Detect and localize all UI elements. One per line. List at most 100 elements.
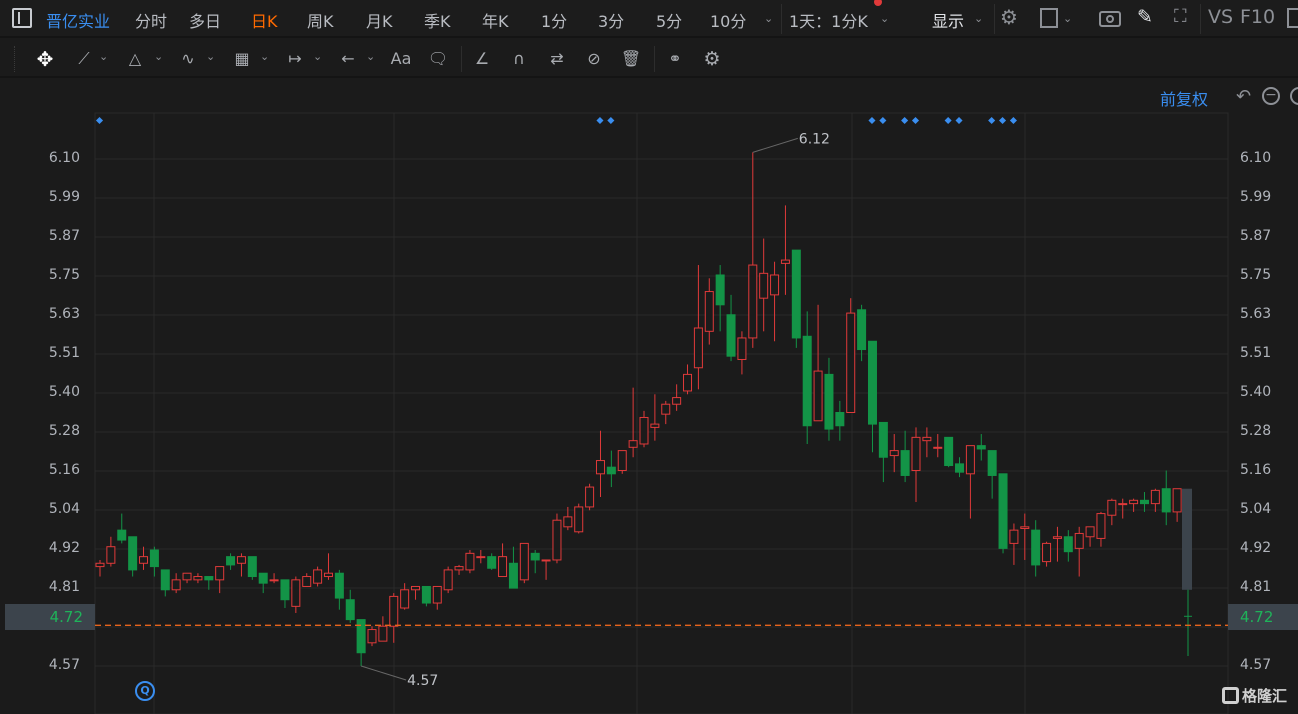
candle-body [1118, 503, 1128, 506]
candle-body [215, 566, 225, 581]
candle-body [976, 445, 986, 450]
candle-body [1020, 526, 1030, 529]
candle-body [139, 556, 149, 564]
candle-body [1042, 542, 1052, 563]
candle-body [650, 423, 660, 428]
f10-button[interactable]: F10 [1240, 6, 1275, 28]
move-icon[interactable]: ✥ [33, 48, 57, 70]
fibonacci-icon[interactable]: ▦ [230, 48, 254, 70]
vs-compare-button[interactable]: VS [1208, 6, 1233, 28]
settings-icon[interactable]: ⚙ [700, 48, 724, 70]
candle-body [302, 576, 312, 587]
search-icon[interactable]: Q [135, 681, 155, 701]
window-icon[interactable] [1287, 8, 1298, 28]
tab-10min[interactable]: 10分 [710, 8, 746, 32]
candle-body [128, 536, 138, 571]
arrow-chevron-icon[interactable]: ⌄ [366, 50, 375, 63]
event-marker [901, 116, 909, 125]
toolbar-grip[interactable] [14, 46, 18, 72]
layout-chevron-icon[interactable]: ⌄ [1063, 12, 1072, 25]
candle-body [878, 421, 888, 458]
wave-chevron-icon[interactable]: ⌄ [206, 50, 215, 63]
watermark-logo: 格隆汇 [1222, 685, 1287, 706]
measure-chevron-icon[interactable]: ⌄ [313, 50, 322, 63]
event-marker [944, 116, 952, 125]
candle-body [574, 506, 584, 533]
text-icon[interactable]: Aa [387, 48, 415, 70]
stock-name[interactable]: 晋亿实业 [46, 8, 110, 32]
polygon-icon[interactable]: △ [123, 48, 147, 70]
line-icon[interactable]: ⟋ [72, 48, 96, 70]
y-tick-label-left: 5.40 [48, 384, 80, 400]
display-chevron-icon[interactable]: ⌄ [974, 12, 983, 25]
tab-multi-day[interactable]: 多日 [189, 8, 221, 32]
pencil-icon[interactable]: ✎ [1137, 6, 1153, 28]
range-select[interactable]: 1天：1分K [789, 8, 868, 32]
line-chevron-icon[interactable]: ⌄ [99, 50, 108, 63]
candle-body [171, 579, 181, 591]
tab-weekly-k[interactable]: 周K [307, 8, 334, 32]
candle-body [955, 463, 965, 473]
candle-body [291, 579, 301, 607]
tab-5min[interactable]: 5分 [656, 8, 682, 32]
y-tick-label-right: 4.57 [1240, 657, 1272, 673]
compare-icon[interactable]: ⚭ [663, 48, 687, 70]
comment-icon[interactable]: 🗨 [426, 48, 450, 70]
zoom-out-icon[interactable]: − [1262, 87, 1280, 105]
tab-yearly-k[interactable]: 年K [482, 8, 509, 32]
trash-icon[interactable]: 🗑 [619, 48, 643, 70]
polygon-chevron-icon[interactable]: ⌄ [154, 50, 163, 63]
current-price-label-left: 4.72 [5, 604, 95, 630]
tab-quarterly-k[interactable]: 季K [424, 8, 451, 32]
candle-body [280, 579, 290, 601]
candle-body [791, 249, 801, 339]
candle-body [715, 274, 725, 306]
fibonacci-chevron-icon[interactable]: ⌄ [260, 50, 269, 63]
layout-icon[interactable] [1040, 8, 1058, 28]
candle-body [1150, 489, 1160, 505]
more-periods-chevron-icon[interactable]: ⌄ [764, 12, 773, 25]
tab-3min[interactable]: 3分 [598, 8, 624, 32]
chart-plot[interactable]: 6.12 4.57 [0, 80, 1298, 714]
event-marker [988, 116, 996, 125]
tab-1min[interactable]: 1分 [541, 8, 567, 32]
y-tick-label-right: 5.63 [1240, 306, 1272, 322]
candle-body [933, 446, 943, 449]
candle-body [965, 445, 975, 475]
y-tick-label-left: 5.99 [48, 189, 80, 205]
candle-body [802, 335, 812, 427]
magnet-icon[interactable]: ∩ [507, 48, 531, 70]
angle-icon[interactable]: ∠ [470, 48, 494, 70]
sync-icon[interactable]: ⇄ [545, 48, 569, 70]
display-menu[interactable]: 显示 [932, 8, 964, 32]
candle-body [759, 272, 769, 299]
wave-icon[interactable]: ∿ [176, 48, 200, 70]
high-price-label: 6.12 [799, 131, 830, 147]
candle-body [889, 450, 899, 457]
tab-daily-k[interactable]: 日K [251, 8, 278, 32]
reset-icon[interactable]: ↶ [1236, 86, 1251, 107]
candle-body [1031, 529, 1041, 566]
settings-icon[interactable]: ⚙ [1000, 5, 1018, 29]
camera-icon[interactable] [1099, 11, 1121, 27]
candlestick-chart[interactable]: 6.12 4.57 前复权 ↶ − 6.10 6.10 5.99 5.99 5.87 5.8… [0, 80, 1298, 714]
arrow-icon[interactable]: ← [336, 48, 360, 70]
sidebar-toggle-icon[interactable] [12, 8, 32, 28]
fullscreen-icon[interactable]: ⛶ [1174, 6, 1187, 27]
y-tick-label-right: 5.75 [1240, 267, 1272, 283]
hide-icon[interactable]: ⊘ [582, 48, 606, 70]
event-marker [911, 116, 920, 125]
y-tick-label-right: 5.87 [1240, 228, 1272, 244]
candle-body [411, 585, 421, 591]
candle-body [987, 450, 997, 476]
range-chevron-icon[interactable]: ⌄ [880, 12, 889, 25]
adjust-mode-button[interactable]: 前复权 [1160, 86, 1208, 110]
y-tick-label-left: 5.63 [48, 306, 80, 322]
tab-intraday[interactable]: 分时 [135, 8, 167, 32]
candle-body [835, 412, 845, 427]
candle-body [334, 572, 344, 599]
y-tick-label-left: 5.04 [48, 501, 80, 517]
y-tick-label-right: 4.81 [1240, 579, 1272, 595]
tab-monthly-k[interactable]: 月K [366, 8, 393, 32]
measure-icon[interactable]: ↦ [283, 48, 307, 70]
